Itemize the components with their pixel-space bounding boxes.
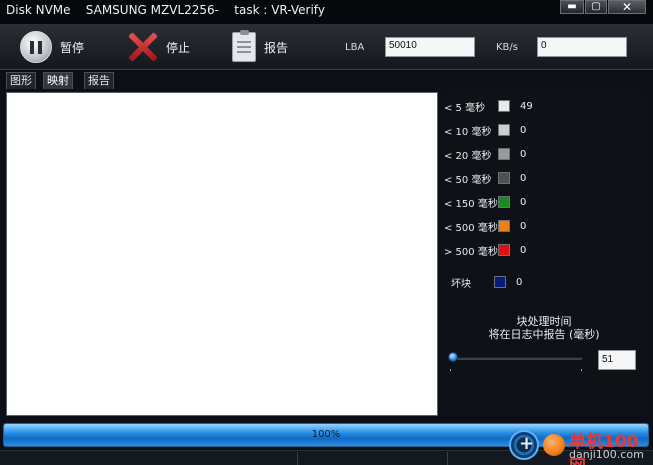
legend-swatch xyxy=(498,196,510,208)
legend-swatch xyxy=(498,220,510,232)
maximize-button[interactable]: ▢ xyxy=(585,0,607,14)
slider-value-field[interactable]: 51 xyxy=(598,350,636,370)
pause-icon xyxy=(20,31,52,63)
legend-swatch xyxy=(498,244,510,256)
legend-row: < 50 毫秒 0 xyxy=(444,170,526,186)
watermark-ball-icon xyxy=(543,434,565,456)
block-map-canvas xyxy=(6,92,438,416)
bad-block-label: 坏块 xyxy=(451,278,471,290)
legend-panel: < 5 毫秒 49 < 10 毫秒 0 < 20 毫秒 0 < 50 毫秒 0 … xyxy=(441,90,647,416)
minimize-button[interactable]: ▬ xyxy=(560,0,584,14)
legend-swatch xyxy=(498,172,510,184)
legend-row: < 500 毫秒 0 xyxy=(444,218,526,234)
legend-label: < 5 毫秒 xyxy=(444,102,486,114)
window-title: Disk NVMe SAMSUNG MZVL2256- task : VR-Ve… xyxy=(6,3,325,17)
legend-swatch xyxy=(498,148,510,160)
close-button[interactable]: ✕ xyxy=(608,0,646,14)
legend-label: < 10 毫秒 xyxy=(444,126,492,138)
pause-button[interactable]: 暂停 xyxy=(20,30,84,64)
legend-label: < 50 毫秒 xyxy=(444,174,492,186)
legend-count: 0 xyxy=(520,244,527,256)
title-bar: Disk NVMe SAMSUNG MZVL2256- task : VR-Ve… xyxy=(0,0,653,24)
legend-count: 49 xyxy=(520,100,533,112)
block-time-slider[interactable] xyxy=(450,357,582,360)
slider-thumb[interactable] xyxy=(448,352,458,362)
block-time-note-sub: 将在日志中报告 (毫秒) xyxy=(488,328,600,341)
slider-ticks xyxy=(450,369,582,371)
bad-block-row: 坏块 0 xyxy=(451,274,522,290)
legend-count: 0 xyxy=(520,148,527,160)
legend-row: > 500 毫秒 0 xyxy=(444,242,526,258)
tab-map[interactable]: 映射 xyxy=(43,72,73,89)
tab-bar: 图形 映射 报告 xyxy=(0,71,653,89)
stop-button[interactable]: 停止 xyxy=(126,30,190,64)
legend-label: < 20 毫秒 xyxy=(444,150,492,162)
clipboard-icon xyxy=(232,30,256,62)
legend-swatch xyxy=(498,124,510,136)
watermark: 单机100网 danji100.com xyxy=(505,426,650,465)
legend-label: < 500 毫秒 xyxy=(444,222,498,234)
lba-field[interactable]: 50010 xyxy=(385,37,475,57)
legend-row: < 5 毫秒 49 xyxy=(444,98,533,114)
legend-count: 0 xyxy=(520,172,527,184)
legend-row: < 10 毫秒 0 xyxy=(444,122,526,138)
tab-report[interactable]: 报告 xyxy=(84,72,114,89)
watermark-url: danji100.com xyxy=(569,448,644,461)
legend-swatch xyxy=(498,100,510,112)
legend-row: < 20 毫秒 0 xyxy=(444,146,526,162)
lba-label: LBA xyxy=(345,42,365,53)
legend-count: 0 xyxy=(520,196,527,208)
kbs-field[interactable]: 0 xyxy=(537,37,627,57)
stop-icon xyxy=(126,31,158,63)
report-button[interactable]: 报告 xyxy=(232,30,288,64)
toolbar: 暂停 停止 报告 LBA 50010 KB/s 0 xyxy=(0,24,653,70)
pause-label: 暂停 xyxy=(60,40,85,55)
legend-count: 0 xyxy=(520,220,527,232)
report-label: 报告 xyxy=(264,40,289,55)
legend-count: 0 xyxy=(520,124,527,136)
kbs-label: KB/s xyxy=(496,42,518,53)
tab-graph[interactable]: 图形 xyxy=(6,72,36,89)
status-segment xyxy=(0,452,298,465)
bad-block-swatch xyxy=(494,276,506,288)
stop-label: 停止 xyxy=(166,40,191,55)
bad-block-count: 0 xyxy=(516,276,523,288)
legend-label: < 150 毫秒 xyxy=(444,198,498,210)
legend-row: < 150 毫秒 0 xyxy=(444,194,526,210)
watermark-logo-icon xyxy=(509,430,539,460)
legend-label: > 500 毫秒 xyxy=(444,246,498,258)
status-segment xyxy=(298,452,448,465)
